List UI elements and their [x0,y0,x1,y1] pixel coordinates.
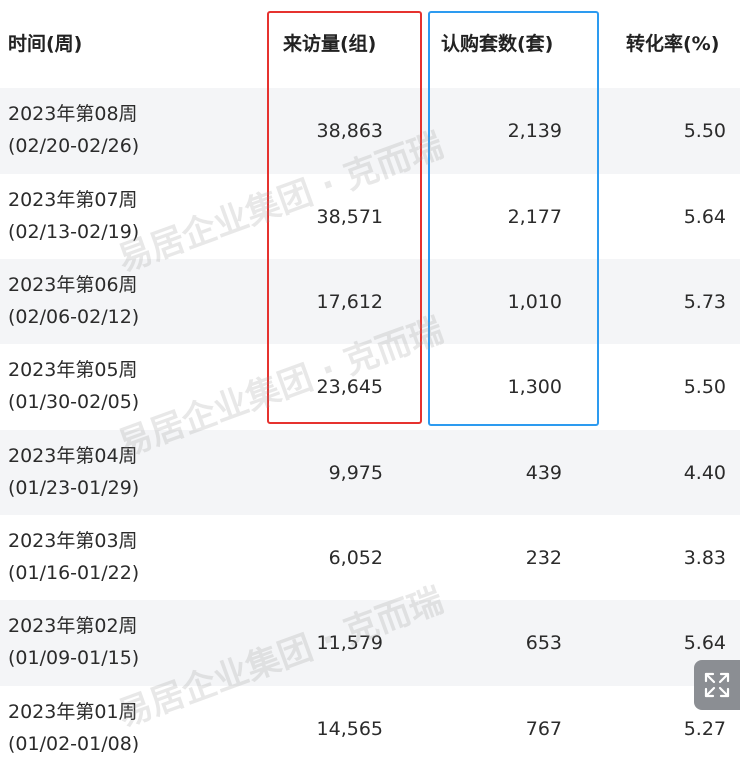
visits-cell: 11,579 [316,632,383,654]
conversion-cell: 3.83 [683,547,726,569]
time-cell: 2023年第06周 (02/06-02/12) [8,269,139,333]
subscriptions-cell: 653 [525,632,562,654]
time-cell: 2023年第01周 (01/02-01/08) [8,696,139,760]
header-time: 时间(周) [8,33,83,55]
date-range: (02/20-02/26) [8,135,140,157]
week-label: 2023年第01周 [8,701,138,723]
visits-cell: 14,565 [316,718,383,740]
time-cell: 2023年第05周 (01/30-02/05) [8,354,139,418]
time-cell: 2023年第08周 (02/20-02/26) [8,98,139,162]
visits-cell: 9,975 [328,462,383,484]
subscriptions-cell: 439 [525,462,562,484]
week-label: 2023年第05周 [8,359,138,381]
expand-button[interactable] [694,660,740,710]
date-range: (01/09-01/15) [8,647,140,669]
conversion-cell: 5.64 [683,206,726,228]
table-row: 2023年第02周 (01/09-01/15) 11,579 653 5.64 [0,600,740,686]
table-row: 2023年第04周 (01/23-01/29) 9,975 439 4.40 [0,430,740,516]
subscriptions-highlight-box [428,11,599,426]
expand-icon [704,672,730,698]
week-label: 2023年第03周 [8,530,138,552]
week-label: 2023年第08周 [8,103,138,125]
time-cell: 2023年第02周 (01/09-01/15) [8,610,139,674]
date-range: (02/06-02/12) [8,306,140,328]
week-label: 2023年第04周 [8,445,138,467]
visits-highlight-box [267,11,422,424]
date-range: (02/13-02/19) [8,221,140,243]
week-label: 2023年第06周 [8,274,138,296]
visits-cell: 6,052 [328,547,383,569]
date-range: (01/30-02/05) [8,391,140,413]
subscriptions-cell: 767 [525,718,562,740]
date-range: (01/23-01/29) [8,477,140,499]
table-row: 2023年第01周 (01/02-01/08) 14,565 767 5.27 [0,686,740,772]
header-conversion: 转化率(%) [626,33,720,55]
time-cell: 2023年第04周 (01/23-01/29) [8,440,139,504]
conversion-cell: 5.50 [683,120,726,142]
subscriptions-cell: 232 [525,547,562,569]
time-cell: 2023年第03周 (01/16-01/22) [8,525,139,589]
date-range: (01/02-01/08) [8,733,140,755]
week-label: 2023年第07周 [8,189,138,211]
conversion-cell: 5.73 [683,291,726,313]
conversion-cell: 4.40 [683,462,726,484]
week-label: 2023年第02周 [8,615,138,637]
date-range: (01/16-01/22) [8,562,140,584]
time-cell: 2023年第07周 (02/13-02/19) [8,184,139,248]
table-row: 2023年第03周 (01/16-01/22) 6,052 232 3.83 [0,515,740,601]
conversion-cell: 5.50 [683,376,726,398]
